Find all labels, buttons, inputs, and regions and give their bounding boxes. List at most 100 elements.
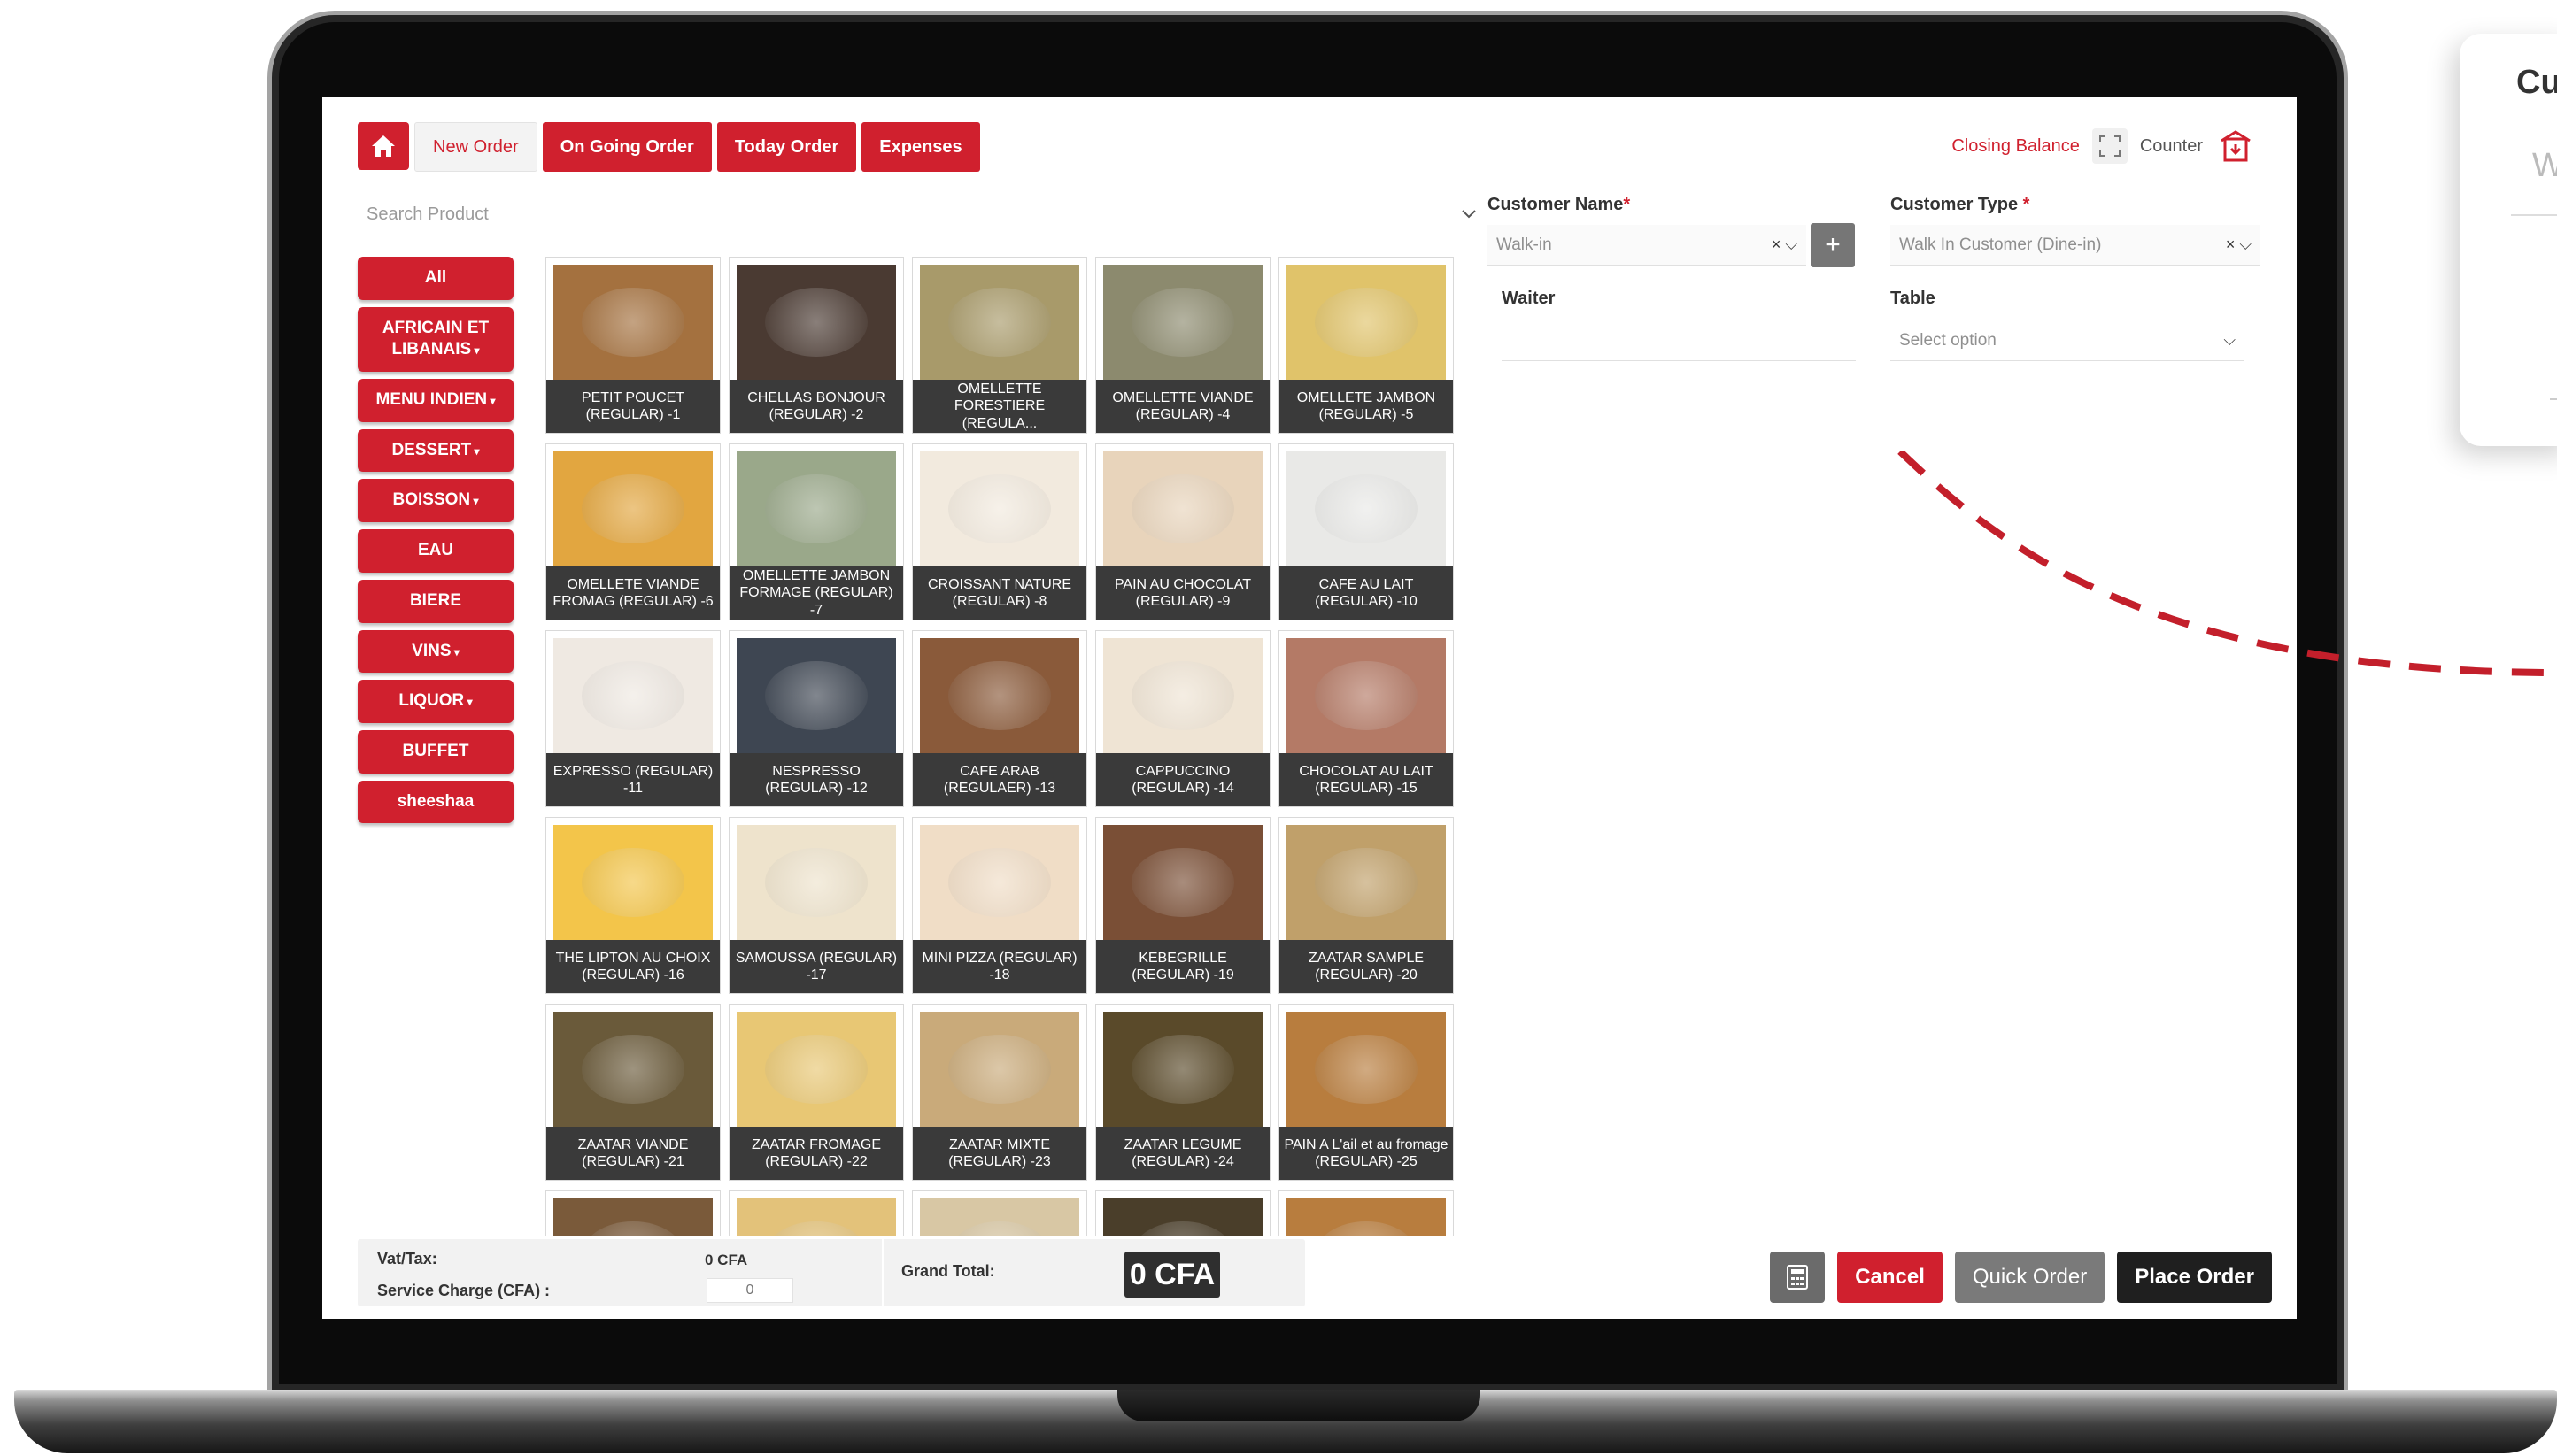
product-card[interactable] [1095, 1190, 1271, 1236]
product-card[interactable]: ZAATAR MIXTE (REGULAR) -23 [912, 1004, 1087, 1181]
add-customer-button[interactable]: + [1811, 223, 1855, 267]
product-name: CAFE AU LAIT (REGULAR) -10 [1279, 566, 1453, 620]
product-card[interactable]: THE LIPTON AU CHOIX (REGULAR) -16 [545, 817, 721, 994]
product-card[interactable] [1278, 1190, 1454, 1236]
product-image [553, 1198, 713, 1236]
service-charge-input[interactable]: 0 [707, 1278, 793, 1303]
product-image [1103, 265, 1263, 380]
product-image [737, 1012, 896, 1127]
product-name: THE LIPTON AU CHOIX (REGULAR) -16 [546, 940, 720, 993]
product-name: CHELLAS BONJOUR (REGULAR) -2 [730, 380, 903, 433]
customer-name-select[interactable]: Walk-in × ⌵ [1487, 225, 1806, 266]
product-card[interactable]: ZAATAR FROMAGE (REGULAR) -22 [729, 1004, 904, 1181]
search-product-input[interactable]: Search Product [358, 195, 1486, 235]
product-name: ZAATAR VIANDE (REGULAR) -21 [546, 1127, 720, 1180]
product-card[interactable] [545, 1190, 721, 1236]
cancel-button[interactable]: Cancel [1837, 1252, 1943, 1303]
category-button[interactable]: All [358, 257, 514, 300]
product-image [920, 825, 1079, 940]
vat-value: 0 CFA [705, 1252, 748, 1268]
vat-label: Vat/Tax: [377, 1250, 437, 1267]
product-card[interactable]: CAPPUCCINO (REGULAR) -14 [1095, 630, 1271, 807]
counter-icon[interactable] [2215, 126, 2256, 166]
product-image [1286, 265, 1446, 380]
category-button[interactable]: BUFFET [358, 729, 514, 774]
product-image [920, 265, 1079, 380]
table-label: Table [1890, 289, 1935, 308]
category-button[interactable]: LIQUOR ▾ [358, 680, 514, 723]
product-card[interactable]: ZAATAR SAMPLE (REGULAR) -20 [1278, 817, 1454, 994]
product-card[interactable]: PAIN A L'ail et au fromage (REGULAR) -25 [1278, 1004, 1454, 1181]
product-card[interactable] [912, 1190, 1087, 1236]
calculator-button[interactable] [1770, 1252, 1826, 1303]
product-name: PAIN A L'ail et au fromage (REGULAR) -25 [1279, 1127, 1453, 1180]
product-card[interactable]: KEBEGRILLE (REGULAR) -19 [1095, 817, 1271, 994]
clear-chevron-controls[interactable]: × ⌵ [2226, 235, 2252, 254]
category-button[interactable]: DESSERT ▾ [358, 428, 514, 473]
chevron-down-icon: ⌵ [2223, 331, 2236, 349]
product-image [1286, 451, 1446, 566]
category-button[interactable]: sheeshaa [358, 780, 514, 824]
product-card[interactable]: EXPRESSO (REGULAR) -11 [545, 630, 721, 807]
category-button[interactable]: BIERE [358, 579, 514, 623]
product-image [553, 1012, 713, 1127]
table-placeholder: Select option [1899, 330, 1997, 350]
category-button[interactable]: MENU INDIEN ▾ [358, 379, 514, 422]
product-card[interactable]: ZAATAR VIANDE (REGULAR) -21 [545, 1004, 721, 1181]
caret-down-icon: ▾ [470, 495, 479, 508]
product-image [1103, 451, 1263, 566]
home-button[interactable] [358, 122, 409, 170]
tab-on-going-order[interactable]: On Going Order [542, 122, 712, 172]
pos-screen: New Order On Going Order Today Order Exp… [322, 97, 2297, 1319]
customer-type-value: Walk In Customer (Dine-in) [1899, 235, 2102, 254]
tab-today-order[interactable]: Today Order [716, 122, 857, 172]
product-card[interactable]: OMELLETTE JAMBON FORMAGE (REGULAR) -7 [729, 443, 904, 620]
category-button[interactable]: BOISSON ▾ [358, 479, 514, 523]
caret-down-icon: ▾ [451, 645, 460, 659]
product-image [920, 1012, 1079, 1127]
product-name: CAPPUCCINO (REGULAR) -14 [1096, 753, 1270, 806]
product-name: MINI PIZZA (REGULAR) -18 [913, 940, 1086, 993]
product-card[interactable] [729, 1190, 904, 1236]
clear-chevron-controls[interactable]: × ⌵ [1772, 235, 1797, 254]
product-card[interactable]: CROISSANT NATURE (REGULAR) -8 [912, 443, 1087, 620]
product-grid: PETIT POUCET (REGULAR) -1 CHELLAS BONJOUR… [545, 257, 1456, 1236]
category-button[interactable]: VINS ▾ [358, 629, 514, 674]
product-card[interactable]: PAIN AU CHOCOLAT (REGULAR) -9 [1095, 443, 1271, 620]
product-card[interactable]: PETIT POUCET (REGULAR) -1 [545, 257, 721, 434]
product-card[interactable]: OMELLETE JAMBON (REGULAR) -5 [1278, 257, 1454, 434]
search-placeholder: Search Product [367, 204, 489, 224]
customer-type-select[interactable]: Walk In Customer (Dine-in) × ⌵ [1890, 225, 2260, 266]
tab-new-order[interactable]: New Order [414, 122, 537, 172]
product-image [1286, 825, 1446, 940]
table-select[interactable]: Select option ⌵ [1890, 320, 2244, 361]
home-icon [372, 135, 395, 157]
product-card[interactable]: SAMOUSSA (REGULAR) -17 [729, 817, 904, 994]
product-image [737, 265, 896, 380]
product-card[interactable]: CAFE ARAB (REGULAER) -13 [912, 630, 1087, 807]
top-right-tools: Closing Balance Counter [1951, 126, 2256, 166]
product-image [1286, 1198, 1446, 1236]
product-card[interactable]: MINI PIZZA (REGULAR) -18 [912, 817, 1087, 994]
product-card[interactable]: ZAATAR LEGUME (REGULAR) -24 [1095, 1004, 1271, 1181]
product-image [1286, 638, 1446, 753]
product-card[interactable]: OMELLETTE FORESTIERE (REGULA... [912, 257, 1087, 434]
waiter-select[interactable] [1502, 320, 1856, 361]
category-button[interactable]: EAU [358, 529, 514, 573]
tab-expenses[interactable]: Expenses [861, 122, 980, 172]
fullscreen-icon[interactable] [2091, 128, 2128, 164]
product-card[interactable]: OMELLETTE VIANDE (REGULAR) -4 [1095, 257, 1271, 434]
product-name: CROISSANT NATURE (REGULAR) -8 [913, 566, 1086, 620]
quick-order-button[interactable]: Quick Order [1954, 1252, 2105, 1303]
product-card[interactable]: OMELLETE VIANDE FROMAG (REGULAR) -6 [545, 443, 721, 620]
customer-name-label: Customer Name* [1487, 195, 1631, 214]
counter-label[interactable]: Counter [2140, 136, 2203, 157]
overlay-field-underline [2511, 214, 2557, 216]
closing-balance-link[interactable]: Closing Balance [1951, 136, 2080, 157]
product-card[interactable]: CHELLAS BONJOUR (REGULAR) -2 [729, 257, 904, 434]
product-card[interactable]: NESPRESSO (REGULAR) -12 [729, 630, 904, 807]
category-button[interactable]: AFRICAIN ET LIBANAIS ▾ [358, 306, 514, 373]
product-card[interactable]: CHOCOLAT AU LAIT (REGULAR) -15 [1278, 630, 1454, 807]
product-card[interactable]: CAFE AU LAIT (REGULAR) -10 [1278, 443, 1454, 620]
place-order-button[interactable]: Place Order [2117, 1252, 2272, 1303]
